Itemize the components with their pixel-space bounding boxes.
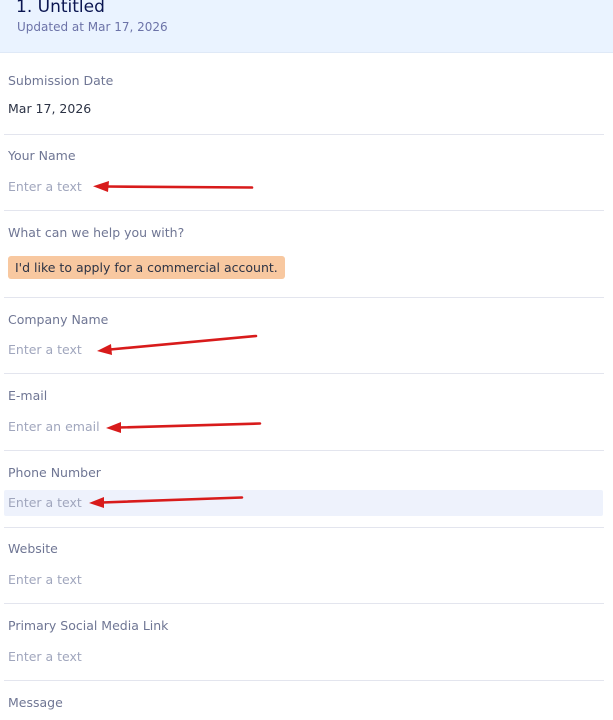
field-label: Website (8, 541, 58, 556)
record-header: 1. Untitled Updated at Mar 17, 2026 (0, 0, 613, 53)
input-placeholder: Enter a text (8, 179, 82, 194)
submission-date-value: Mar 17, 2026 (8, 101, 92, 116)
field-label: Message (8, 695, 63, 710)
field-label: Phone Number (8, 465, 101, 480)
field-label: What can we help you with? (8, 225, 185, 240)
input-placeholder: Enter a text (8, 495, 82, 510)
field-message: Message (4, 680, 604, 720)
updated-timestamp: Updated at Mar 17, 2026 (17, 20, 168, 34)
your-name-input[interactable]: Enter a text (4, 174, 603, 200)
email-input[interactable]: Enter an email (4, 414, 603, 440)
field-website: Website Enter a text (4, 527, 604, 604)
field-phone-number: Phone Number Enter a text (4, 450, 604, 528)
input-placeholder: Enter an email (8, 419, 100, 434)
social-media-link-input[interactable]: Enter a text (4, 644, 603, 670)
input-placeholder: Enter a text (8, 649, 82, 664)
field-submission-date: Submission Date Mar 17, 2026 (4, 62, 604, 135)
field-label: Submission Date (8, 73, 114, 88)
field-help-topic: What can we help you with? I'd like to a… (4, 210, 604, 298)
field-label: Your Name (8, 148, 76, 163)
field-label: Primary Social Media Link (8, 618, 169, 633)
field-your-name: Your Name Enter a text (4, 134, 604, 211)
company-name-input[interactable]: Enter a text (4, 337, 603, 363)
input-placeholder: Enter a text (8, 342, 82, 357)
field-social-media-link: Primary Social Media Link Enter a text (4, 603, 604, 681)
record-title: 1. Untitled (16, 0, 105, 17)
field-email: E-mail Enter an email (4, 373, 604, 451)
phone-number-input[interactable]: Enter a text (4, 490, 603, 516)
input-placeholder: Enter a text (8, 572, 82, 587)
field-label: E-mail (8, 388, 48, 403)
help-topic-chip[interactable]: I'd like to apply for a commercial accou… (8, 256, 285, 279)
website-input[interactable]: Enter a text (4, 567, 603, 593)
field-label: Company Name (8, 312, 109, 327)
field-company-name: Company Name Enter a text (4, 297, 604, 374)
